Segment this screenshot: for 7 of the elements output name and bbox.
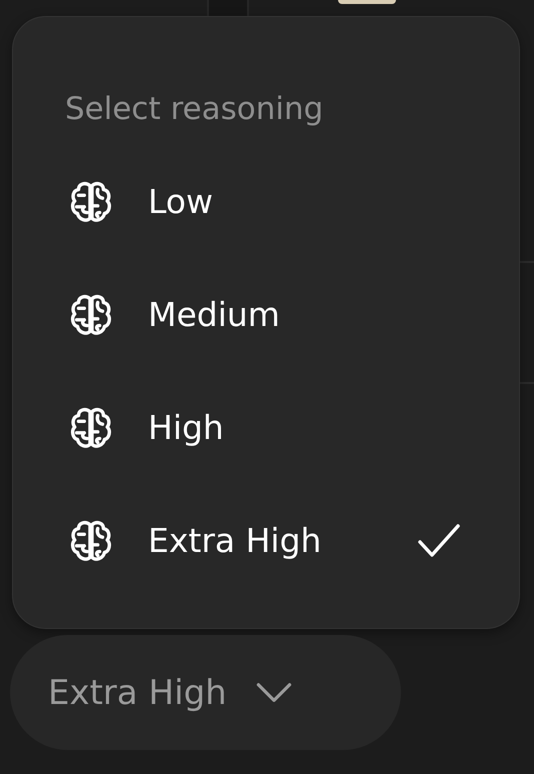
menu-title: Select reasoning	[64, 90, 324, 129]
menu-item[interactable]: High	[13, 371, 519, 484]
chevron-down-icon	[254, 682, 293, 704]
menu-item[interactable]: Extra High	[13, 484, 519, 597]
reasoning-dropdown[interactable]: Extra High	[10, 635, 401, 750]
menu-item[interactable]: Low	[13, 145, 519, 258]
menu-item[interactable]: Medium	[13, 258, 519, 371]
